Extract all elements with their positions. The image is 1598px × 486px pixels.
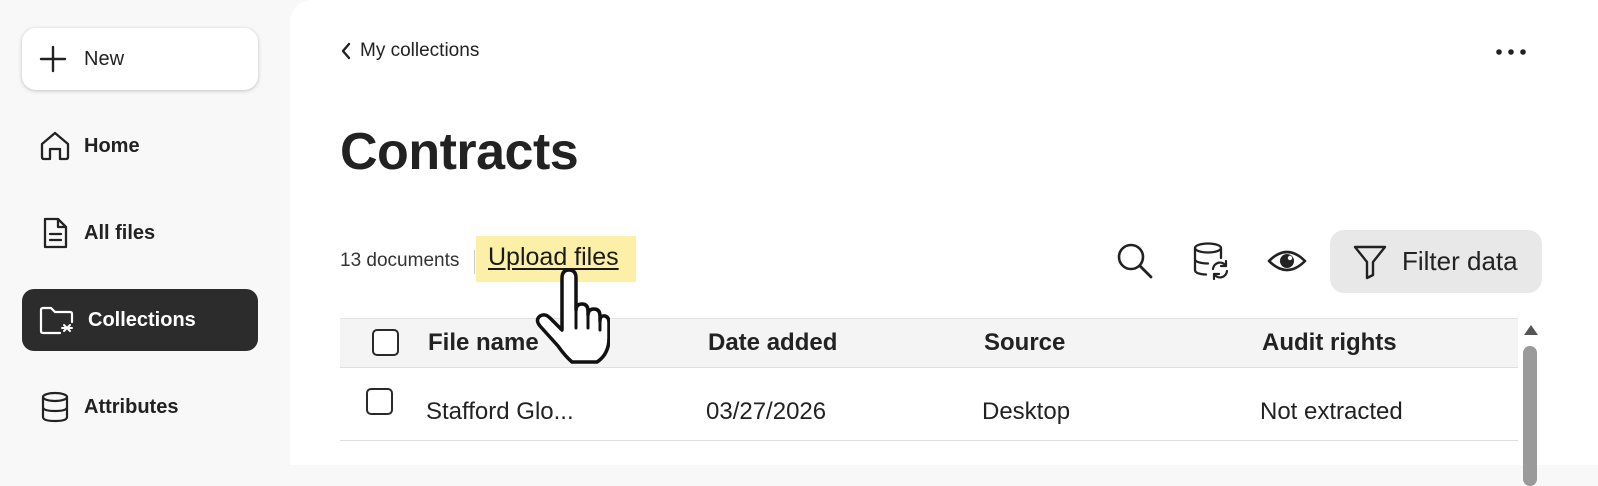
filter-data-label: Filter data [1402, 246, 1518, 276]
table-scrollbar[interactable] [1520, 318, 1542, 486]
main-content: My collections Contracts 13 documents Up… [290, 0, 1598, 486]
back-to-my-collections-link[interactable]: My collections [340, 40, 479, 62]
upload-files-link[interactable]: Upload files [488, 243, 619, 272]
document-count: 13 documents [340, 250, 460, 271]
scroll-up-arrow-icon[interactable] [1523, 324, 1539, 336]
column-header-audit-rights[interactable]: Audit rights [1262, 319, 1397, 367]
chevron-left-icon [340, 42, 352, 60]
plus-icon [38, 44, 68, 74]
sidebar-item-label: Attributes [84, 395, 179, 418]
filter-data-button[interactable]: Filter data [1330, 230, 1542, 293]
sidebar-item-home[interactable]: Home [22, 115, 258, 177]
column-header-source[interactable]: Source [984, 319, 1065, 367]
sidebar-item-all-files[interactable]: All files [22, 202, 258, 264]
column-header-date-added[interactable]: Date added [708, 319, 837, 367]
toolbar-divider [474, 250, 475, 274]
filter-icon [1352, 243, 1388, 281]
column-header-file-name[interactable]: File name [428, 319, 539, 367]
sidebar: New Home All files Collections Attribute… [0, 0, 292, 465]
sidebar-item-label: Home [84, 134, 140, 157]
cell-source: Desktop [982, 398, 1071, 425]
folder-collections-icon [38, 303, 76, 337]
sidebar-item-label: All files [84, 221, 156, 244]
eye-icon[interactable] [1266, 240, 1308, 282]
select-all-checkbox[interactable] [372, 329, 399, 356]
sidebar-item-collections[interactable]: Collections [22, 289, 258, 351]
cell-audit-rights: Not extracted [1260, 398, 1403, 425]
table-row[interactable]: Stafford Glo... 03/27/2026 Desktop Not e… [340, 368, 1518, 441]
more-options-button[interactable] [1494, 42, 1528, 62]
scroll-thumb[interactable] [1523, 346, 1537, 486]
more-horizontal-icon [1494, 42, 1528, 62]
cell-date-added: 03/27/2026 [706, 398, 827, 425]
table-header-row: File name Date added Source Audit rights [340, 318, 1518, 368]
search-icon[interactable] [1114, 240, 1156, 282]
row-checkbox[interactable] [366, 388, 393, 415]
database-sync-icon[interactable] [1190, 240, 1232, 282]
new-button-label: New [84, 47, 125, 70]
page-title: Contracts [340, 123, 579, 181]
cell-file-name[interactable]: Stafford Glo... [426, 368, 574, 456]
database-icon [38, 390, 72, 424]
new-button[interactable]: New [22, 28, 258, 90]
sidebar-item-label: Collections [88, 308, 196, 331]
sidebar-item-attributes[interactable]: Attributes [22, 376, 258, 438]
home-icon [38, 129, 72, 163]
file-icon [38, 216, 72, 250]
back-link-label: My collections [360, 40, 480, 61]
